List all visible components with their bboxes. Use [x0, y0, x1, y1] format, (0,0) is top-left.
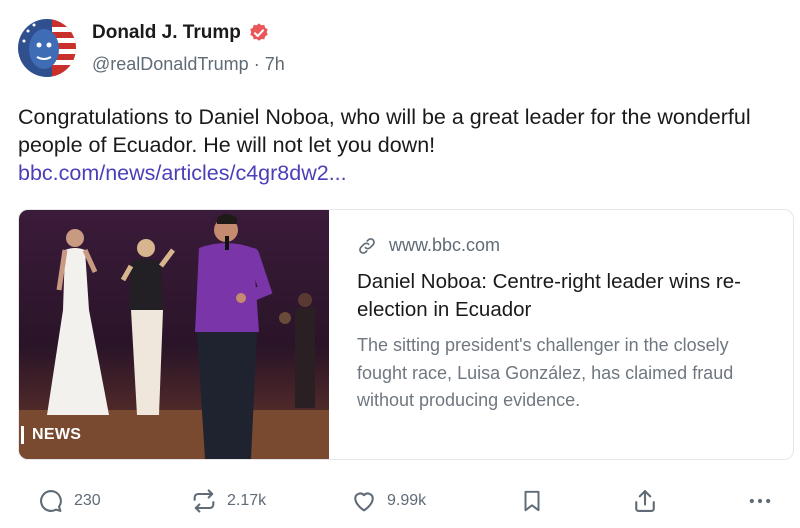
post-link[interactable]: bbc.com/news/articles/c4gr8dw2... — [18, 159, 778, 187]
reply-count: 230 — [74, 492, 101, 509]
more-options-button[interactable] — [746, 482, 774, 520]
meta-separator: · — [253, 54, 265, 74]
card-description: The sitting president's challenger in th… — [357, 335, 734, 410]
repost-count: 2.17k — [227, 492, 267, 509]
like-count: 9.99k — [387, 492, 427, 509]
reply-button[interactable]: 230 — [37, 482, 101, 520]
card-title: Daniel Noboa: Centre-right leader wins r… — [357, 270, 741, 321]
link-icon — [357, 236, 377, 256]
post-time[interactable]: 7h — [265, 54, 285, 74]
like-button[interactable]: 9.99k — [350, 482, 426, 520]
bookmark-button[interactable] — [519, 482, 545, 520]
post-actions: 230 2.17k 9.99k — [0, 482, 800, 522]
card-body: www.bbc.com Daniel Noboa: Centre-right l… — [329, 210, 793, 459]
share-button[interactable] — [631, 482, 659, 520]
repost-button[interactable]: 2.17k — [190, 482, 266, 520]
author-name[interactable]: Donald J. Trump — [92, 22, 241, 44]
post-author: Donald J. Trump @realDonaldTrump · 7h — [92, 21, 285, 75]
verified-badge-icon — [248, 22, 270, 44]
card-domain: www.bbc.com — [389, 235, 501, 255]
bookmark-icon — [519, 487, 545, 515]
author-meta: @realDonaldTrump · 7h — [92, 54, 285, 75]
heart-icon — [350, 487, 378, 515]
card-image: NEWS — [19, 210, 329, 459]
post-body: Congratulations to Daniel Noboa, who wil… — [18, 103, 778, 187]
author-avatar[interactable] — [18, 19, 76, 77]
post-text: Congratulations to Daniel Noboa, who wil… — [18, 105, 751, 157]
more-dots-icon — [746, 487, 774, 515]
share-icon — [631, 487, 659, 515]
news-badge: NEWS — [21, 426, 81, 444]
repost-icon — [190, 487, 218, 515]
author-handle[interactable]: @realDonaldTrump — [92, 54, 249, 74]
link-preview-card[interactable]: NEWS www.bbc.com Daniel Noboa: Centre-ri… — [18, 209, 794, 460]
reply-icon — [37, 487, 65, 515]
